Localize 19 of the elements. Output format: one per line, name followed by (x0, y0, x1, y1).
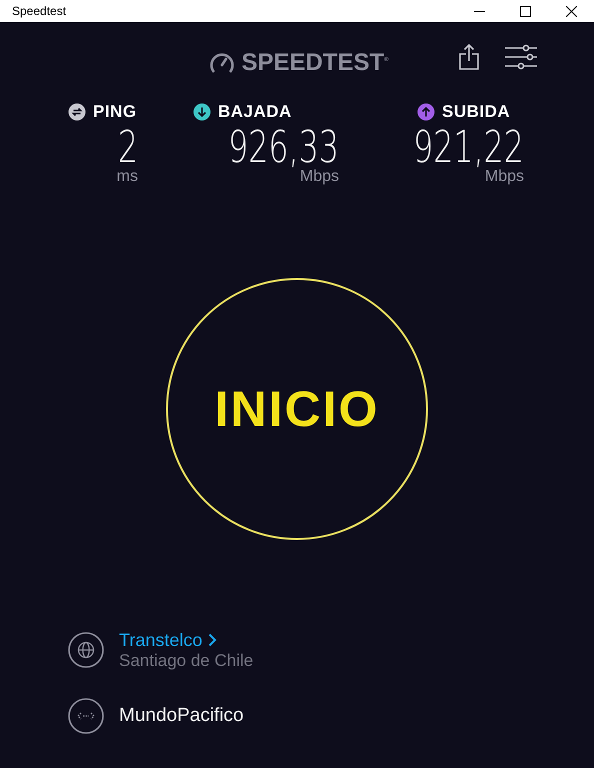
gauge-icon (209, 52, 236, 74)
logo-text: SPEEDTEST$^{®}$ (241, 49, 389, 77)
close-icon[interactable] (566, 6, 576, 16)
chevron-icon (208, 633, 218, 647)
settings-icon[interactable] (505, 44, 537, 70)
metric-label: SUBIDA (442, 102, 510, 122)
metric-unit: Mbps (300, 168, 339, 186)
metric-label: BAJADA (218, 102, 292, 122)
start-button[interactable]: INICIO (166, 278, 428, 540)
metric-unit: Mbps (484, 168, 524, 186)
metric-label: PING (93, 102, 137, 122)
server-link[interactable]: Transtelco (119, 630, 254, 650)
server-location: Santiago de Chile (119, 650, 254, 670)
share-icon[interactable] (459, 44, 479, 70)
window-title: Speedtest (11, 4, 68, 18)
provider-name: MundoPacifico (119, 705, 244, 727)
globe-icon (68, 632, 104, 668)
network-icon (68, 698, 104, 734)
maximize-icon[interactable] (520, 6, 530, 16)
